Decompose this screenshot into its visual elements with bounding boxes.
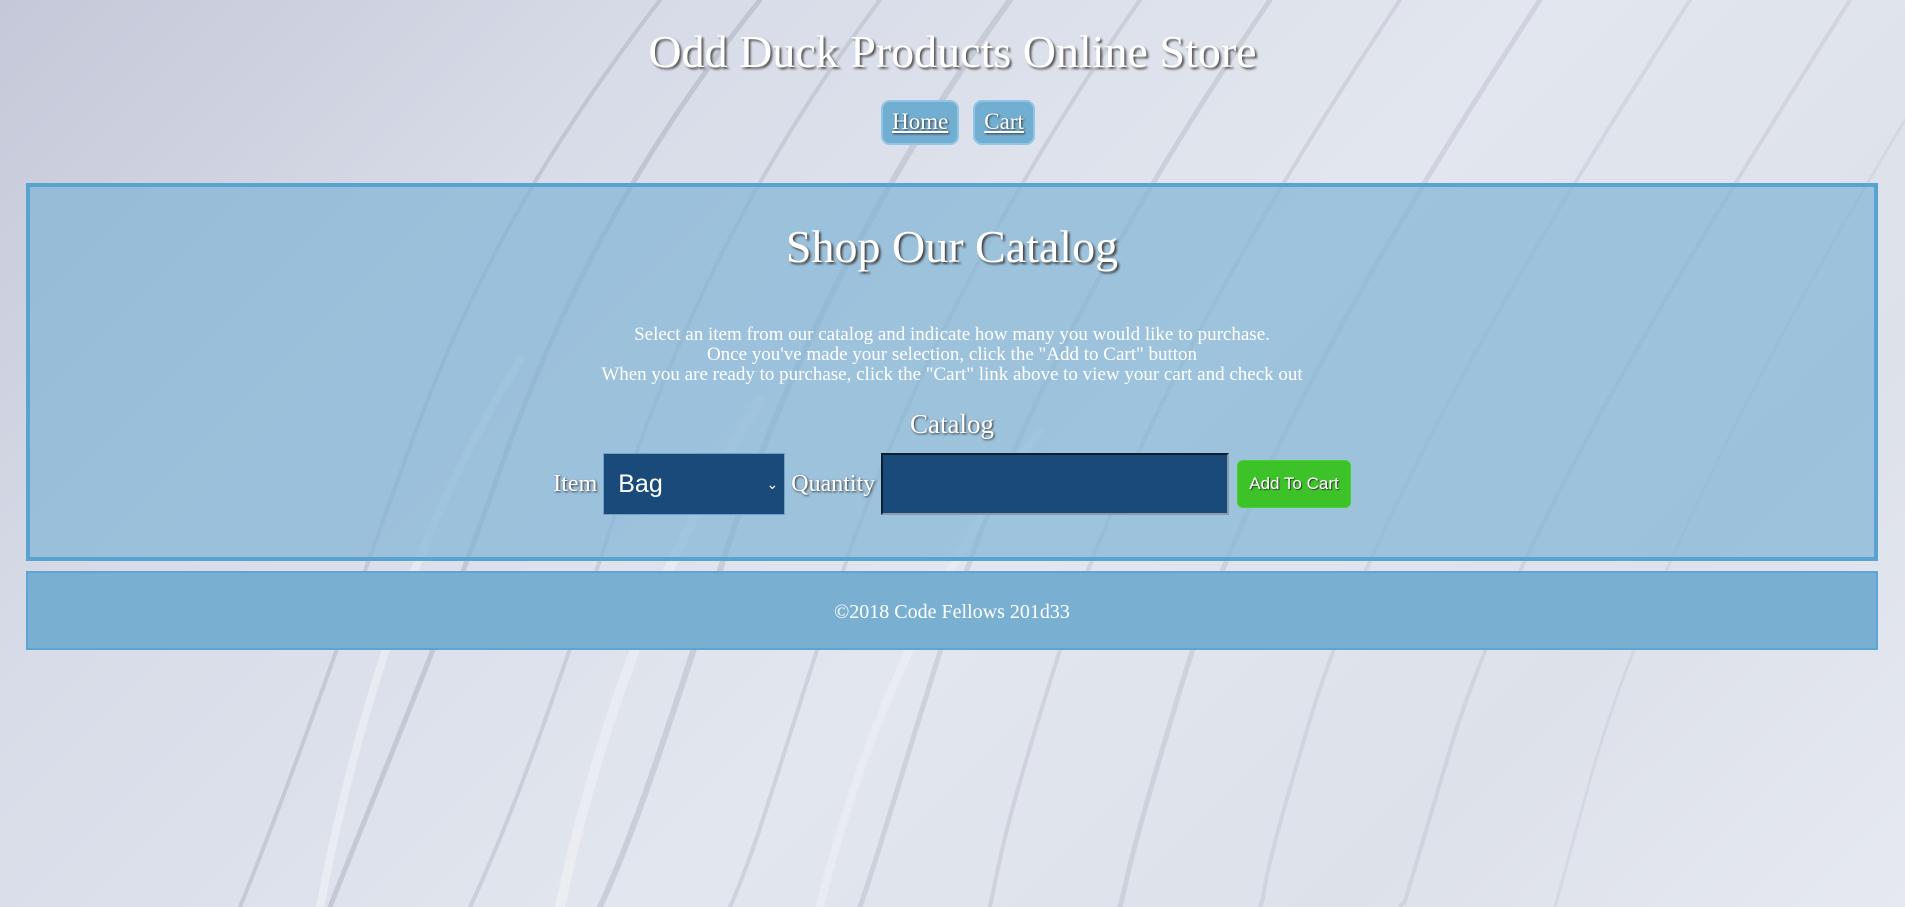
add-to-cart-button[interactable]: Add To Cart [1237, 460, 1351, 508]
site-header: Odd Duck Products Online Store Home Cart [0, 0, 1905, 158]
main-nav: Home Cart [0, 100, 1905, 145]
order-form: Item Bag ⌄ Quantity Add To Cart [30, 453, 1874, 515]
quantity-label: Quantity [791, 470, 876, 497]
item-select-value: Bag [618, 469, 663, 498]
item-label: Item [553, 470, 598, 497]
nav-cart-link[interactable]: Cart [973, 100, 1035, 145]
catalog-panel: Shop Our Catalog Select an item from our… [26, 183, 1878, 561]
catalog-subheading: Catalog [910, 409, 994, 439]
instruction-line: Select an item from our catalog and indi… [634, 324, 1270, 345]
instruction-line: Once you've made your selection, click t… [706, 344, 1198, 365]
site-title: Odd Duck Products Online Store [648, 26, 1257, 77]
instruction-line: When you are ready to purchase, click th… [601, 364, 1303, 385]
quantity-input[interactable] [881, 453, 1230, 515]
item-select[interactable]: Bag ⌄ [603, 453, 786, 515]
catalog-heading: Shop Our Catalog [785, 221, 1119, 272]
footer-copyright: ©2018 Code Fellows 201d33 [834, 600, 1070, 623]
page: Odd Duck Products Online Store Home Cart… [0, 0, 1905, 650]
nav-home-link[interactable]: Home [881, 100, 960, 145]
chevron-down-icon: ⌄ [766, 475, 779, 492]
instructions: Select an item from our catalog and indi… [30, 325, 1874, 385]
site-footer: ©2018 Code Fellows 201d33 [26, 571, 1878, 650]
